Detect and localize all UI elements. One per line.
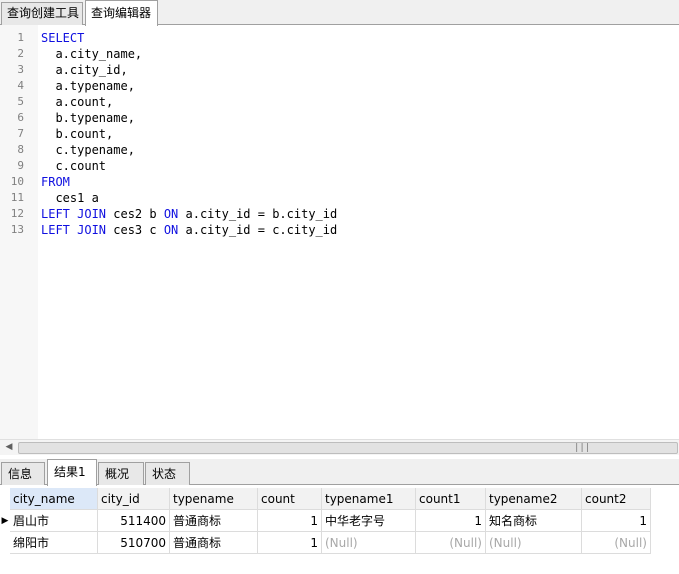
grid-cell[interactable]: 绵阳市	[10, 532, 98, 554]
sql-text: ces1 a	[41, 191, 99, 205]
grid-cell[interactable]: 1	[416, 510, 486, 532]
code-line[interactable]: 7 b.count,	[0, 126, 679, 142]
code-text: SELECT	[41, 30, 84, 46]
line-number: 11	[10, 191, 24, 204]
sql-keyword: LEFT JOIN	[41, 207, 107, 221]
grid-cell[interactable]: 1	[258, 510, 322, 532]
sql-text: a.city_id = b.city_id	[178, 207, 338, 221]
top-tab-1[interactable]: 查询创建工具	[1, 2, 83, 25]
grid-cell[interactable]: 知名商标	[486, 510, 582, 532]
code-text: b.typename,	[41, 110, 135, 126]
code-line[interactable]: 5 a.count,	[0, 94, 679, 110]
line-number: 13	[10, 223, 24, 236]
scroll-thumb[interactable]: |||	[18, 442, 678, 454]
sql-text: a.typename,	[41, 79, 135, 93]
column-header[interactable]: city_id	[98, 488, 170, 510]
sql-text: b.typename,	[41, 111, 135, 125]
line-number: 3	[17, 63, 24, 76]
sql-editor[interactable]: 1 SELECT 2 a.city_name, 3 a.city_id, 4 a.typ…	[0, 25, 679, 439]
grid-cell[interactable]: 普通商标	[170, 510, 258, 532]
line-number: 2	[17, 47, 24, 60]
code-line[interactable]: 4 a.typename,	[0, 78, 679, 94]
line-number: 7	[17, 127, 24, 140]
grid-cell[interactable]: (Null)	[582, 532, 651, 554]
code-line[interactable]: 11 ces1 a	[0, 190, 679, 206]
sql-text: a.count,	[41, 95, 114, 109]
code-text: a.city_name,	[41, 46, 142, 62]
sql-keyword: LEFT JOIN	[41, 223, 107, 237]
code-text: a.city_id,	[41, 62, 128, 78]
result-grid[interactable]: city_name city_id typename count typename1 co…	[0, 486, 679, 574]
line-number: 5	[17, 95, 24, 108]
column-header[interactable]: typename1	[322, 488, 416, 510]
code-text: a.count,	[41, 94, 113, 110]
top-tab-2[interactable]: 查询编辑器	[85, 0, 158, 26]
result-tab-3[interactable]: 概况	[98, 462, 144, 485]
line-number: 10	[10, 175, 24, 188]
grid-cell[interactable]: 眉山市	[10, 510, 98, 532]
scroll-grip-icon: |||	[574, 443, 591, 453]
column-header[interactable]: count1	[416, 488, 486, 510]
sql-keyword: SELECT	[41, 31, 85, 45]
column-header[interactable]: typename2	[486, 488, 582, 510]
code-line[interactable]: 12 LEFT JOIN ces2 b ON a.city_id = b.city…	[0, 206, 679, 222]
column-header[interactable]: city_name	[10, 488, 98, 510]
sql-text: c.count	[41, 159, 107, 173]
grid-cell[interactable]: 中华老字号	[322, 510, 416, 532]
code-line[interactable]: 10 FROM	[0, 174, 679, 190]
grid-cell[interactable]: (Null)	[416, 532, 486, 554]
grid-cell[interactable]: 普通商标	[170, 532, 258, 554]
code-text: b.count,	[41, 126, 113, 142]
code-line[interactable]: 13 LEFT JOIN ces3 c ON a.city_id = c.city…	[0, 222, 679, 238]
result-tab-1[interactable]: 信息	[1, 462, 45, 485]
code-text: a.typename,	[41, 78, 135, 94]
code-line[interactable]: 9 c.count	[0, 158, 679, 174]
sql-text: c.typename,	[41, 143, 135, 157]
code-text: ces1 a	[41, 190, 99, 206]
sql-text: a.city_name,	[41, 47, 143, 61]
sql-keyword: ON	[163, 223, 179, 237]
sql-text: b.count,	[41, 127, 114, 141]
current-row-indicator-icon: ▶	[1, 516, 9, 526]
code-line[interactable]: 2 a.city_name,	[0, 46, 679, 62]
sql-text: ces3 c	[106, 223, 164, 237]
grid-cell[interactable]: 510700	[98, 532, 170, 554]
column-header[interactable]: typename	[170, 488, 258, 510]
sql-text: ces2 b	[106, 207, 164, 221]
line-number: 4	[17, 79, 24, 92]
code-text: FROM	[41, 174, 70, 190]
line-number: 1	[17, 31, 24, 44]
sql-keyword: FROM	[41, 175, 70, 189]
grid-cell[interactable]: (Null)	[322, 532, 416, 554]
code-text: LEFT JOIN ces2 b ON a.city_id = b.city_i…	[41, 206, 337, 222]
code-line[interactable]: 6 b.typename,	[0, 110, 679, 126]
column-header[interactable]: count2	[582, 488, 651, 510]
sql-text: a.city_id = c.city_id	[178, 223, 338, 237]
code-line[interactable]: 1 SELECT	[0, 30, 679, 46]
line-number: 12	[10, 207, 24, 220]
scroll-left-arrow-icon[interactable]: ◀	[1, 440, 17, 456]
code-line[interactable]: 8 c.typename,	[0, 142, 679, 158]
code-text: c.typename,	[41, 142, 135, 158]
code-line[interactable]: 3 a.city_id,	[0, 62, 679, 78]
result-tabs: 信息 结果1 概况 状态	[0, 459, 679, 486]
query-tabs: 查询创建工具 查询编辑器	[0, 0, 679, 26]
grid-cell[interactable]: 1	[258, 532, 322, 554]
result-tab-4[interactable]: 状态	[145, 462, 190, 485]
code-text: c.count	[41, 158, 106, 174]
line-number: 6	[17, 111, 24, 124]
grid-cell[interactable]: (Null)	[486, 532, 582, 554]
code-text: LEFT JOIN ces3 c ON a.city_id = c.city_i…	[41, 222, 337, 238]
editor-horizontal-scrollbar[interactable]: ◀ |||	[0, 439, 679, 455]
line-number: 9	[17, 159, 24, 172]
grid-cell[interactable]: 511400	[98, 510, 170, 532]
result-tab-2[interactable]: 结果1	[47, 459, 97, 486]
grid-cell[interactable]: 1	[582, 510, 651, 532]
column-header[interactable]: count	[258, 488, 322, 510]
sql-keyword: ON	[163, 207, 179, 221]
line-number: 8	[17, 143, 24, 156]
sql-text: a.city_id,	[41, 63, 128, 77]
